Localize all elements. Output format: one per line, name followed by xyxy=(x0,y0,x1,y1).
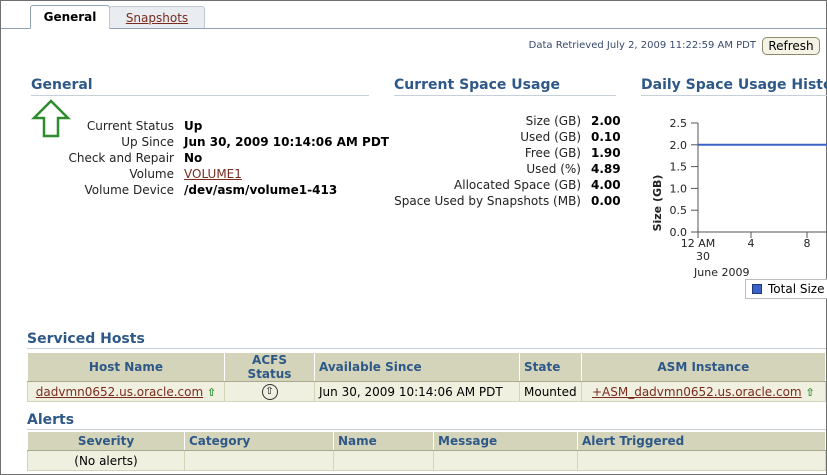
volume-device-label: Volume Device xyxy=(84,183,174,197)
legend-label: Total Size xyxy=(768,282,825,296)
current-status-label: Current Status xyxy=(86,119,174,133)
col-state: State xyxy=(519,352,582,382)
snapshot-space-label: Space Used by Snapshots (MB) xyxy=(394,194,581,208)
col-alert-triggered: Alert Triggered xyxy=(577,431,826,451)
available-since-cell: Jun 30, 2009 10:14:06 AM PDT xyxy=(314,381,520,402)
check-repair-value: No xyxy=(184,151,203,165)
x-sub-month: June 2009 xyxy=(693,266,749,279)
refresh-button[interactable]: Refresh xyxy=(762,37,820,55)
col-category: Category xyxy=(184,431,334,451)
data-retrieved-text: Data Retrieved July 2, 2009 11:22:59 AM … xyxy=(528,40,756,51)
used-value: 0.10 xyxy=(591,130,621,144)
y-tick-label: 2.0 xyxy=(670,139,688,152)
check-repair-label: Check and Repair xyxy=(68,151,174,165)
up-since-label: Up Since xyxy=(121,135,174,149)
current-status-value: Up xyxy=(184,119,203,133)
asm-up-icon: ⇧ xyxy=(805,385,815,399)
volume-device-value: /dev/asm/volume1-413 xyxy=(184,183,338,197)
col-available-since: Available Since xyxy=(314,352,520,382)
used-label: Used (GB) xyxy=(520,130,581,144)
col-message: Message xyxy=(433,431,578,451)
legend-swatch xyxy=(752,284,762,294)
used-percent-label: Used (%) xyxy=(526,162,581,176)
allocated-space-value: 4.00 xyxy=(591,178,621,192)
col-acfs-status: ACFS Status xyxy=(224,352,315,382)
free-label: Free (GB) xyxy=(524,146,581,160)
state-cell: Mounted xyxy=(519,381,582,402)
volume-link[interactable]: VOLUME1 xyxy=(184,167,242,181)
alerts-divider xyxy=(27,429,826,430)
x-sub-day: 30 xyxy=(696,250,710,263)
tab-general[interactable]: General xyxy=(30,5,110,29)
col-host-name: Host Name xyxy=(27,352,225,382)
serviced-hosts-table: Host Name ACFS Status Available Since St… xyxy=(27,352,827,402)
snapshot-space-value: 0.00 xyxy=(591,194,621,208)
allocated-space-label: Allocated Space (GB) xyxy=(454,178,581,192)
up-since-value: Jun 30, 2009 10:14:06 AM PDT xyxy=(184,135,389,149)
y-tick-label: 2.5 xyxy=(670,117,688,130)
alerts-table: Severity Category Name Message Alert Tri… xyxy=(27,431,826,471)
acfs-status-cell: ⇧ xyxy=(224,381,315,402)
empty-cell xyxy=(333,450,434,471)
asm-instance-link[interactable]: +ASM_dadvmn0652.us.oracle.com xyxy=(592,385,802,399)
space-usage-header: Current Space Usage xyxy=(394,77,560,93)
host-up-icon: ⇧ xyxy=(207,385,217,399)
general-divider xyxy=(31,95,369,96)
no-alerts-cell: (No alerts) xyxy=(27,450,185,471)
history-header: Daily Space Usage History xyxy=(641,77,827,93)
general-header: General xyxy=(31,77,93,93)
table-row: dadvmn0652.us.oracle.com ⇧ ⇧ Jun 30, 200… xyxy=(27,381,827,402)
x-tick-label: 8 xyxy=(804,237,811,250)
col-severity: Severity xyxy=(27,431,185,451)
history-chart: Size (GB) 2.5 2.0 1.5 1.0 0.5 0.0 12 AM 4 8 30 … xyxy=(641,101,827,281)
y-axis-label: Size (GB) xyxy=(651,175,664,232)
free-value: 1.90 xyxy=(591,146,621,160)
used-percent-value: 4.89 xyxy=(591,162,621,176)
host-name-link[interactable]: dadvmn0652.us.oracle.com xyxy=(36,385,203,399)
host-name-cell: dadvmn0652.us.oracle.com ⇧ xyxy=(27,381,225,402)
space-usage-divider xyxy=(394,95,616,96)
serviced-hosts-header: Serviced Hosts xyxy=(27,331,145,347)
history-divider xyxy=(641,95,827,96)
col-name: Name xyxy=(333,431,434,451)
empty-cell xyxy=(184,450,334,471)
serviced-hosts-divider xyxy=(27,348,826,349)
y-tick-label: 0.5 xyxy=(670,204,688,217)
x-tick-label: 12 AM xyxy=(681,237,716,250)
size-label: Size (GB) xyxy=(525,114,581,128)
alerts-header: Alerts xyxy=(27,412,75,428)
volume-label: Volume xyxy=(129,167,174,181)
y-tick-label: 1.5 xyxy=(670,161,688,174)
acfs-up-status-icon: ⇧ xyxy=(261,384,278,400)
col-asm-instance: ASM Instance xyxy=(580,352,827,382)
x-tick-label: 4 xyxy=(748,237,755,250)
empty-cell xyxy=(577,450,826,471)
y-tick-label: 1.0 xyxy=(670,182,688,195)
chart-legend: Total Size xyxy=(745,279,827,299)
size-value: 2.00 xyxy=(591,114,621,128)
empty-cell xyxy=(433,450,578,471)
tab-snapshots[interactable]: Snapshots xyxy=(109,6,205,28)
table-row: (No alerts) xyxy=(27,450,826,471)
asm-instance-cell: +ASM_dadvmn0652.us.oracle.com ⇧ xyxy=(580,381,827,402)
